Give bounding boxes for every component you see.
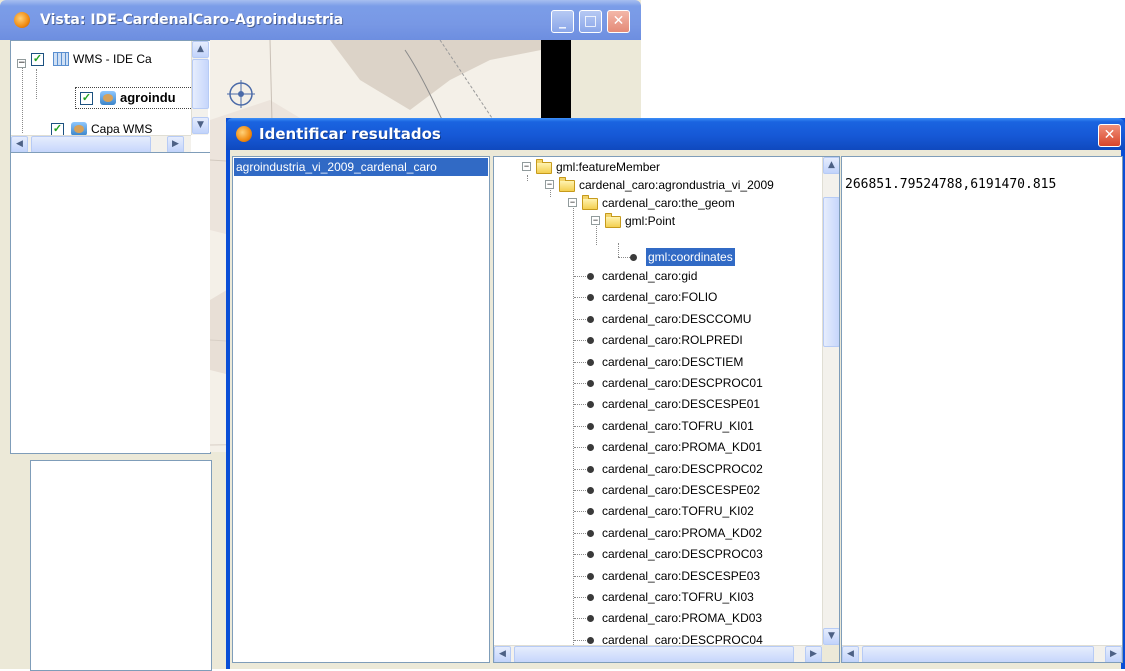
tree-vertical-scrollbar[interactable]: ▲ ▼ bbox=[822, 157, 839, 645]
tree-node-label: cardenal_caro:the_geom bbox=[602, 196, 735, 210]
leaf-bullet-icon bbox=[587, 530, 594, 537]
minimize-button[interactable]: _ bbox=[551, 10, 574, 33]
tree-node-label: cardenal_caro:DESCESPE03 bbox=[602, 569, 761, 583]
tree-node-label: cardenal_caro:PROMA_KD01 bbox=[602, 440, 763, 454]
leaf-bullet-icon bbox=[587, 594, 594, 601]
layer-list: agroindustria_vi_2009_cardenal_caro bbox=[232, 156, 490, 663]
scroll-right-arrow-icon[interactable]: ▶ bbox=[1105, 646, 1122, 662]
map-edge bbox=[541, 40, 571, 126]
leaf-bullet-icon bbox=[587, 294, 594, 301]
scroll-up-arrow-icon[interactable]: ▲ bbox=[192, 41, 209, 58]
dialog-titlebar[interactable]: Identificar resultados ✕ bbox=[226, 118, 1125, 150]
tree-node-label: cardenal_caro:FOLIO bbox=[602, 290, 718, 304]
maximize-button[interactable]: □ bbox=[579, 10, 602, 33]
tree-collapse-toggle[interactable]: − bbox=[545, 180, 554, 189]
leaf-bullet-icon bbox=[587, 423, 594, 430]
scroll-left-arrow-icon[interactable]: ◀ bbox=[842, 646, 859, 662]
dialog-close-button[interactable]: ✕ bbox=[1098, 124, 1121, 147]
tree-node-label: cardenal_caro:PROMA_KD02 bbox=[602, 526, 763, 540]
toc-item-agroindustria[interactable]: ✓ agroindu bbox=[75, 87, 201, 109]
wms-grid-icon bbox=[53, 52, 69, 66]
layer-list-item[interactable]: agroindustria_vi_2009_cardenal_caro bbox=[234, 158, 488, 176]
scroll-thumb[interactable] bbox=[192, 59, 209, 109]
leaf-bullet-icon bbox=[587, 573, 594, 580]
toc-panel: − ✓ WMS - IDE Ca ✓ agroindu ✓ Capa WMS ▲… bbox=[10, 40, 211, 454]
tree-node-label: cardenal_caro:agrondustria_vi_2009 bbox=[579, 178, 774, 192]
wms-layer-icon bbox=[71, 122, 87, 136]
tree-node-label: gml:Point bbox=[625, 214, 676, 228]
leaf-bullet-icon bbox=[630, 254, 637, 261]
leaf-bullet-icon bbox=[587, 466, 594, 473]
gvsig-app-icon bbox=[236, 126, 252, 142]
value-horizontal-scrollbar[interactable]: ◀ ▶ bbox=[842, 645, 1122, 662]
scroll-left-arrow-icon[interactable]: ◀ bbox=[494, 646, 511, 662]
tree-node-label: cardenal_caro:DESCESPE01 bbox=[602, 397, 761, 411]
tree-collapse-toggle[interactable]: − bbox=[522, 162, 531, 171]
scroll-thumb[interactable] bbox=[862, 646, 1094, 662]
tree-collapse-toggle[interactable]: − bbox=[591, 216, 600, 225]
vista-title: Vista: IDE-CardenalCaro-Agroindustria bbox=[40, 12, 344, 28]
tree-node-label: cardenal_caro:DESCPROC02 bbox=[602, 462, 763, 476]
wms-layer-icon bbox=[100, 91, 116, 105]
tree-node-label: gml:featureMember bbox=[556, 160, 661, 174]
tree-node-label: cardenal_caro:ROLPREDI bbox=[602, 333, 743, 347]
folder-icon bbox=[536, 159, 552, 174]
toc-item-label: agroindu bbox=[120, 90, 176, 105]
tree-node-label: cardenal_caro:DESCPROC01 bbox=[602, 376, 763, 390]
toc-item-label: WMS - IDE Ca bbox=[73, 52, 152, 66]
tree-node-label: cardenal_caro:PROMA_KD03 bbox=[602, 611, 763, 625]
folder-icon bbox=[582, 195, 598, 210]
coordinate-value: 266851.79524788,6191470.815 bbox=[845, 177, 1057, 192]
collapse-toggle[interactable]: − bbox=[17, 59, 26, 68]
scroll-right-arrow-icon[interactable]: ▶ bbox=[805, 646, 822, 662]
value-panel: 266851.79524788,6191470.815 ◀ ▶ bbox=[841, 156, 1123, 663]
leaf-bullet-icon bbox=[587, 615, 594, 622]
leaf-bullet-icon bbox=[587, 359, 594, 366]
tree-node-label: gml:coordinates bbox=[645, 247, 736, 267]
close-button[interactable]: ✕ bbox=[607, 10, 630, 33]
scroll-right-arrow-icon[interactable]: ▶ bbox=[167, 136, 184, 153]
tree-node-label: cardenal_caro:DESCCOMU bbox=[602, 312, 752, 326]
scroll-up-arrow-icon[interactable]: ▲ bbox=[823, 157, 839, 174]
toc-checkbox[interactable]: ✓ bbox=[80, 92, 93, 105]
scroll-thumb[interactable] bbox=[823, 197, 839, 347]
leaf-bullet-icon bbox=[587, 551, 594, 558]
vista-titlebar[interactable]: Vista: IDE-CardenalCaro-Agroindustria _ … bbox=[0, 0, 641, 40]
leaf-bullet-icon bbox=[587, 380, 594, 387]
toc-horizontal-scrollbar[interactable]: ◀ ▶ bbox=[11, 135, 191, 153]
leaf-bullet-icon bbox=[587, 508, 594, 515]
tree-node-label: cardenal_caro:TOFRU_KI02 bbox=[602, 504, 754, 518]
tree-node-label: cardenal_caro:DESCTIEM bbox=[602, 355, 744, 369]
tree-content: − gml:featureMember − cardenal_caro:agro… bbox=[494, 157, 822, 662]
leaf-bullet-icon bbox=[587, 637, 594, 644]
folder-icon bbox=[605, 213, 621, 228]
leaf-bullet-icon bbox=[587, 487, 594, 494]
toc-checkbox[interactable]: ✓ bbox=[31, 53, 44, 66]
toc-vertical-scrollbar[interactable]: ▲ ▼ bbox=[191, 41, 209, 135]
tree-node-label: cardenal_caro:TOFRU_KI01 bbox=[602, 419, 754, 433]
folder-icon bbox=[559, 177, 575, 192]
tree-horizontal-scrollbar[interactable]: ◀ ▶ bbox=[494, 645, 822, 662]
leaf-bullet-icon bbox=[587, 401, 594, 408]
scroll-down-arrow-icon[interactable]: ▼ bbox=[823, 628, 839, 645]
leaf-bullet-icon bbox=[587, 273, 594, 280]
leaf-bullet-icon bbox=[587, 444, 594, 451]
dialog-title: Identificar resultados bbox=[259, 125, 441, 143]
tree-node-label: cardenal_caro:DESCPROC03 bbox=[602, 547, 763, 561]
tree-node-label: cardenal_caro:gid bbox=[602, 269, 698, 283]
tree-collapse-toggle[interactable]: − bbox=[568, 198, 577, 207]
dialog-body: agroindustria_vi_2009_cardenal_caro − gm… bbox=[230, 150, 1123, 669]
overview-panel[interactable] bbox=[30, 460, 212, 671]
scroll-thumb[interactable] bbox=[514, 646, 794, 662]
tree-node-label: cardenal_caro:TOFRU_KI03 bbox=[602, 590, 754, 604]
scroll-thumb[interactable] bbox=[31, 136, 151, 153]
scroll-left-arrow-icon[interactable]: ◀ bbox=[11, 136, 28, 153]
feature-tree: − gml:featureMember − cardenal_caro:agro… bbox=[493, 156, 840, 663]
leaf-bullet-icon bbox=[587, 316, 594, 323]
gvsig-app-icon bbox=[14, 12, 30, 28]
scroll-down-arrow-icon[interactable]: ▼ bbox=[192, 117, 209, 134]
identify-results-dialog: Identificar resultados ✕ agroindustria_v… bbox=[226, 118, 1125, 669]
leaf-bullet-icon bbox=[587, 337, 594, 344]
tree-node-label: cardenal_caro:DESCESPE02 bbox=[602, 483, 761, 497]
